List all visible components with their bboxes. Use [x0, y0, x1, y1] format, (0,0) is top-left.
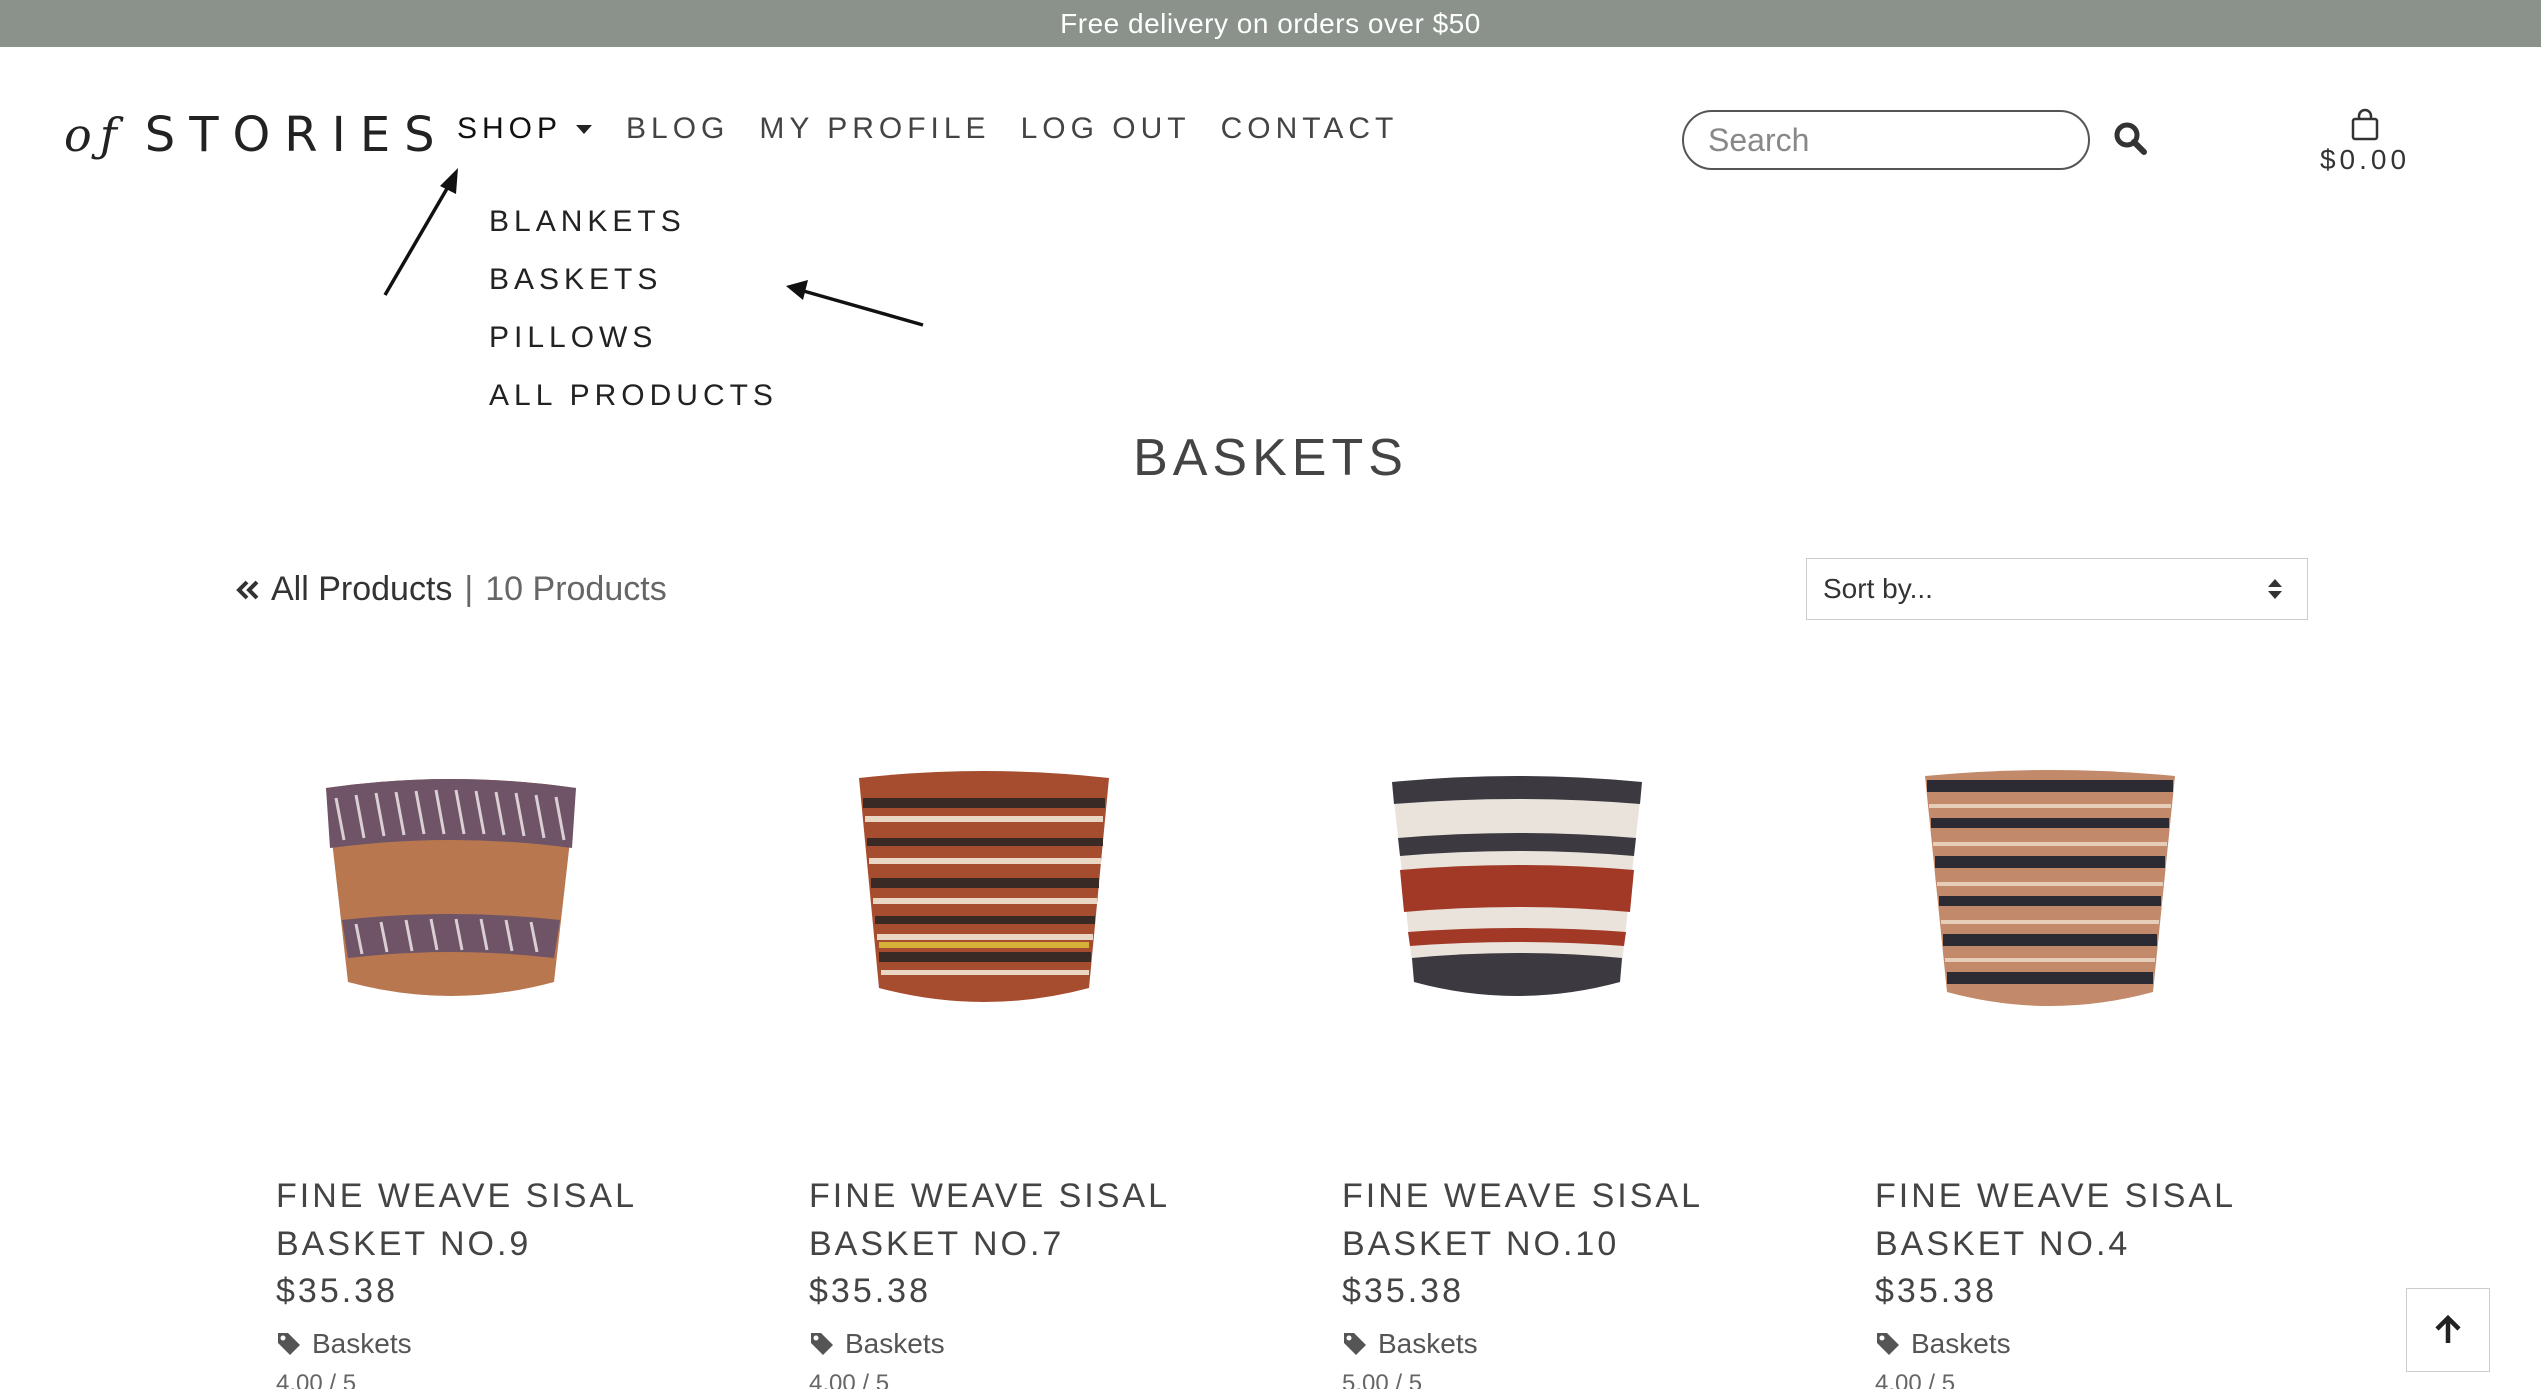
product-name[interactable]: FINE WEAVE SISAL BASKET NO.4 [1875, 1172, 2255, 1268]
breadcrumb-separator: | [464, 570, 474, 608]
product-name[interactable]: FINE WEAVE SISAL BASKET NO.7 [809, 1172, 1189, 1268]
sort-select-value: Sort by... [1823, 573, 1933, 604]
product-count: 10 Products [485, 570, 667, 608]
product-name-line-2: BASKET NO.9 [276, 1225, 532, 1263]
dropdown-item-baskets[interactable]: BASKETS [489, 258, 778, 316]
cart-button[interactable]: $0.00 [2310, 108, 2420, 176]
dropdown-item-blankets[interactable]: BLANKETS [489, 200, 778, 258]
product-name-line-1: FINE WEAVE SISAL [1342, 1177, 1704, 1215]
product-rating: 4.00 / 5 [276, 1370, 357, 1389]
tag-icon [1877, 1333, 1899, 1355]
shopping-bag-icon [2351, 108, 2379, 141]
tag-icon [811, 1333, 833, 1355]
logo-mark: oƒ [64, 108, 125, 162]
product-category-link[interactable]: Baskets [809, 1328, 945, 1360]
chevron-down-icon [576, 124, 593, 134]
product-rating: 4.00 / 5 [1875, 1370, 1956, 1389]
product-name[interactable]: FINE WEAVE SISAL BASKET NO.10 [1342, 1172, 1722, 1268]
dropdown-item-all-products[interactable]: ALL PRODUCTS [489, 374, 778, 432]
product-name[interactable]: FINE WEAVE SISAL BASKET NO.9 [276, 1172, 656, 1268]
product-card: FINE WEAVE SISAL BASKET NO.7 $35.38 Bask… [809, 720, 1342, 1389]
product-name-line-1: FINE WEAVE SISAL [809, 1177, 1171, 1215]
nav-shop-label: SHOP [457, 112, 563, 145]
product-name-line-1: FINE WEAVE SISAL [276, 1177, 638, 1215]
nav-blog[interactable]: BLOG [626, 112, 729, 146]
product-category-link[interactable]: Baskets [1342, 1328, 1478, 1360]
nav-log-out[interactable]: LOG OUT [1021, 112, 1191, 146]
search-button[interactable] [2112, 120, 2152, 160]
sort-updown-icon [2268, 579, 2282, 599]
arrow-up-icon [2435, 1314, 2461, 1343]
dropdown-item-pillows[interactable]: PILLOWS [489, 316, 778, 374]
product-price: $35.38 [1342, 1272, 1464, 1310]
product-price: $35.38 [1875, 1272, 1997, 1310]
product-name-line-2: BASKET NO.7 [809, 1225, 1065, 1263]
search-box [1682, 110, 2090, 170]
nav-my-profile[interactable]: MY PROFILE [759, 112, 990, 146]
product-rating: 4.00 / 5 [809, 1370, 890, 1389]
annotation-arrow-left-icon [786, 280, 924, 327]
sort-select[interactable]: Sort by... [1806, 558, 2308, 620]
product-category: Baskets [1911, 1328, 2011, 1359]
product-name-line-2: BASKET NO.4 [1875, 1225, 2131, 1263]
main-nav: SHOP BLOG MY PROFILE LOG OUT CONTACT [457, 112, 1428, 146]
promo-banner: Free delivery on orders over $50 [0, 0, 2541, 47]
back-to-top-button[interactable] [2406, 1288, 2490, 1372]
product-price: $35.38 [809, 1272, 931, 1310]
nav-shop[interactable]: SHOP [457, 112, 593, 146]
product-category-link[interactable]: Baskets [276, 1328, 412, 1360]
tag-icon [278, 1333, 300, 1355]
product-grid: FINE WEAVE SISAL BASKET NO.9 $35.38 Bask… [276, 720, 2408, 1389]
back-link-label: All Products [271, 570, 453, 608]
double-chevron-left-icon [236, 580, 259, 599]
product-rating: 5.00 / 5 [1342, 1370, 1423, 1389]
back-to-all-products-link[interactable]: All Products [233, 570, 452, 609]
logo-wordmark: STORIES [144, 107, 449, 163]
product-image[interactable] [819, 720, 1149, 1050]
nav-contact[interactable]: CONTACT [1221, 112, 1399, 146]
product-category-link[interactable]: Baskets [1875, 1328, 2011, 1360]
breadcrumb: All Products | 10 Products [233, 570, 667, 609]
cart-total: $0.00 [2319, 144, 2411, 175]
product-name-line-2: BASKET NO.10 [1342, 1225, 1620, 1263]
product-price: $35.38 [276, 1272, 398, 1310]
shop-dropdown-menu: BLANKETS BASKETS PILLOWS ALL PRODUCTS [489, 200, 778, 432]
page-title: BASKETS [1133, 429, 1408, 487]
search-input[interactable] [1684, 112, 2088, 168]
promo-banner-text: Free delivery on orders over $50 [1060, 7, 1481, 39]
product-card: FINE WEAVE SISAL BASKET NO.4 $35.38 Bask… [1875, 720, 2408, 1389]
search-icon [2114, 122, 2147, 155]
product-category: Baskets [845, 1328, 945, 1359]
product-image[interactable] [1885, 720, 2215, 1050]
product-name-line-1: FINE WEAVE SISAL [1875, 1177, 2237, 1215]
tag-icon [1344, 1333, 1366, 1355]
site-logo[interactable]: oƒ STORIES [64, 105, 449, 165]
annotation-arrow-up-icon [383, 168, 458, 296]
product-category: Baskets [1378, 1328, 1478, 1359]
product-image[interactable] [286, 720, 616, 1050]
product-card: FINE WEAVE SISAL BASKET NO.9 $35.38 Bask… [276, 720, 809, 1389]
product-category: Baskets [312, 1328, 412, 1359]
product-image[interactable] [1352, 720, 1682, 1050]
product-card: FINE WEAVE SISAL BASKET NO.10 $35.38 Bas… [1342, 720, 1875, 1389]
